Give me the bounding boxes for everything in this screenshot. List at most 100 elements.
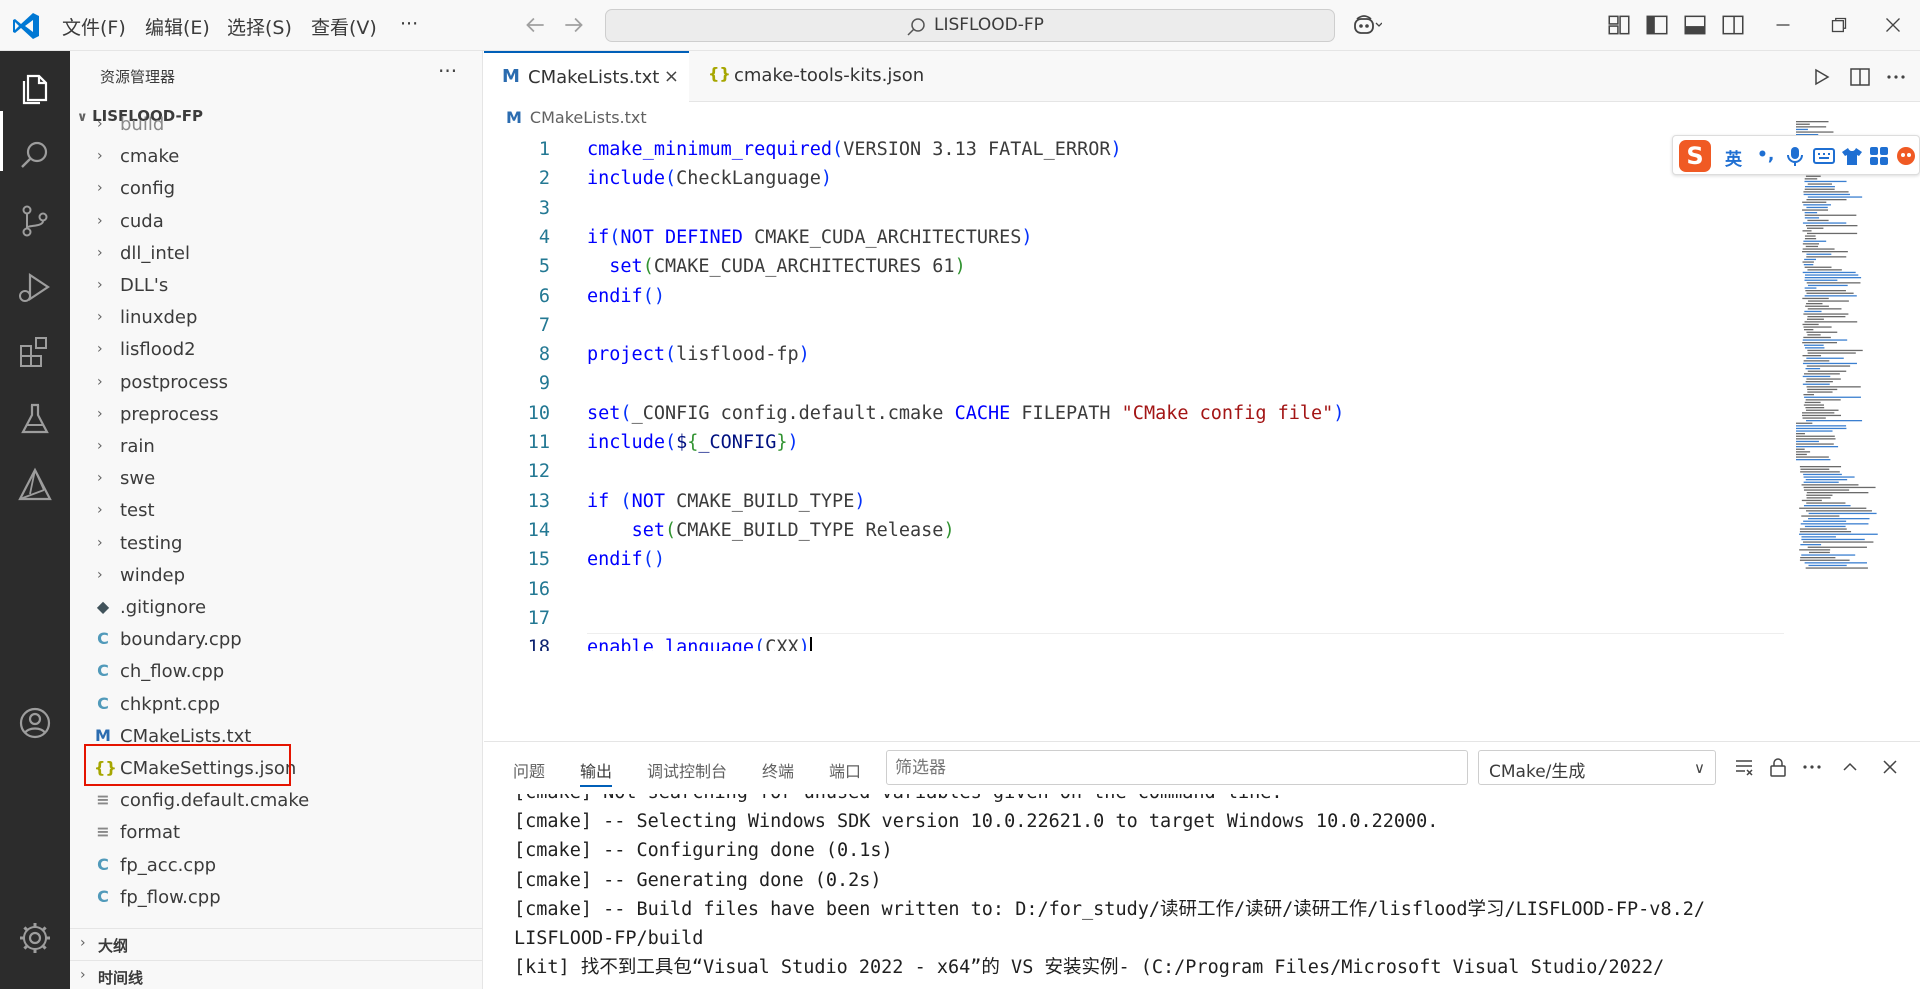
toolbox-grid-icon[interactable] <box>1869 146 1889 166</box>
code-view[interactable]: 1 cmake_minimum_required(VERSION 3.13 FAT… <box>484 131 1784 651</box>
back-arrow-icon[interactable] <box>522 12 548 38</box>
file-item[interactable]: Cchkpnt.cpp <box>70 690 482 722</box>
run-debug-icon[interactable] <box>14 266 56 308</box>
ime-mascot-icon[interactable] <box>1895 144 1917 168</box>
panel-tab-output[interactable]: 输出 <box>580 758 613 787</box>
breadcrumb-file[interactable]: CMakeLists.txt <box>530 108 647 127</box>
extensions-icon[interactable] <box>14 332 56 374</box>
ime-language-toggle[interactable]: 英 <box>1725 145 1742 170</box>
code-line[interactable]: 8 project(lisflood-fp) <box>484 340 1784 369</box>
command-center[interactable]: LISFLOOD-FP <box>605 9 1335 42</box>
account-icon[interactable] <box>14 702 56 744</box>
output-log[interactable]: [cmake] Not searching for unused variabl… <box>514 794 1914 990</box>
explorer-more-button[interactable]: ··· <box>438 59 457 83</box>
customize-layout-icon[interactable] <box>1606 12 1632 38</box>
cmake-icon[interactable] <box>14 464 56 506</box>
output-filter[interactable] <box>886 750 1468 785</box>
minimize-icon[interactable] <box>1770 12 1796 38</box>
file-item[interactable]: Cboundary.cpp <box>70 625 482 657</box>
menu-edit[interactable]: 编辑(E) <box>145 13 210 40</box>
skin-shirt-icon[interactable] <box>1841 146 1863 166</box>
lock-icon[interactable] <box>1767 756 1789 778</box>
close-panel-icon[interactable] <box>1879 756 1901 778</box>
settings-gear-icon[interactable] <box>14 917 56 959</box>
testing-flask-icon[interactable] <box>14 398 56 440</box>
output-channel-select[interactable]: CMake/生成 ∨ <box>1478 750 1716 785</box>
minimap[interactable] <box>1796 121 1906 641</box>
code-line[interactable]: 6 endif() <box>484 282 1784 311</box>
restore-icon[interactable] <box>1826 12 1852 38</box>
file-item[interactable]: Cfp_acc.cpp <box>70 851 482 883</box>
folder-item[interactable]: › config <box>70 174 482 206</box>
folder-item[interactable]: › cmake <box>70 142 482 174</box>
toggle-panel-icon[interactable] <box>1682 12 1708 38</box>
code-line[interactable]: 3 <box>484 194 1784 223</box>
file-item[interactable]: ◆ .gitignore <box>70 593 482 625</box>
menu-file[interactable]: 文件(F) <box>62 13 126 40</box>
menu-more[interactable]: ··· <box>400 13 418 35</box>
menu-view[interactable]: 查看(V) <box>311 13 377 40</box>
tab-cmake-tools-kits[interactable]: {} cmake-tools-kits.json <box>690 51 942 102</box>
toggle-primary-sidebar-icon[interactable] <box>1644 12 1670 38</box>
clear-output-icon[interactable] <box>1733 756 1755 778</box>
panel-more-icon[interactable] <box>1801 756 1823 778</box>
close-window-icon[interactable] <box>1880 12 1906 38</box>
folder-item[interactable]: › build <box>70 110 482 142</box>
folder-item[interactable]: › cuda <box>70 207 482 239</box>
panel-tab-debug-console[interactable]: 调试控制台 <box>647 758 727 782</box>
folder-item[interactable]: › preprocess <box>70 400 482 432</box>
folder-item[interactable]: › testing <box>70 529 482 561</box>
explorer-icon[interactable] <box>14 68 56 110</box>
code-line[interactable]: 9 <box>484 369 1784 398</box>
toggle-secondary-sidebar-icon[interactable] <box>1720 12 1746 38</box>
close-icon[interactable]: × <box>664 66 679 87</box>
folder-item[interactable]: › windep <box>70 561 482 593</box>
file-item[interactable]: ≡ format <box>70 818 482 850</box>
code-line[interactable]: 2 include(CheckLanguage) <box>484 164 1784 193</box>
folder-item[interactable]: › dll_intel <box>70 239 482 271</box>
code-line[interactable]: 18 enable_language(CXX) <box>484 633 1784 651</box>
code-line[interactable]: 5 set(CMAKE_CUDA_ARCHITECTURES 61) <box>484 252 1784 281</box>
folder-item[interactable]: › postprocess <box>70 368 482 400</box>
folder-item[interactable]: › rain <box>70 432 482 464</box>
run-icon[interactable] <box>1809 65 1833 89</box>
code-line[interactable]: 14 set(CMAKE_BUILD_TYPE Release) <box>484 516 1784 545</box>
copilot-icon[interactable] <box>1352 12 1382 38</box>
code-line[interactable]: 10 set(_CONFIG config.default.cmake CACHE… <box>484 399 1784 428</box>
folder-item[interactable]: › lisflood2 <box>70 335 482 367</box>
file-item[interactable]: Cch_flow.cpp <box>70 657 482 689</box>
panel-tab-terminal[interactable]: 终端 <box>762 758 794 782</box>
search-icon[interactable] <box>14 134 56 176</box>
code-line[interactable]: 11 include(${_CONFIG}) <box>484 428 1784 457</box>
panel-tab-ports[interactable]: 端口 <box>829 758 861 782</box>
timeline-section[interactable]: › 时间线 <box>70 960 482 989</box>
code-line[interactable]: 17 <box>484 604 1784 633</box>
filter-input[interactable] <box>887 751 1467 784</box>
breadcrumb[interactable]: M CMakeLists.txt <box>506 108 647 127</box>
microphone-icon[interactable] <box>1785 145 1805 167</box>
file-item[interactable]: ≡ config.default.cmake <box>70 786 482 818</box>
folder-item[interactable]: › test <box>70 496 482 528</box>
code-line[interactable]: 16 <box>484 575 1784 604</box>
code-line[interactable]: 1 cmake_minimum_required(VERSION 3.13 FAT… <box>484 135 1784 164</box>
code-line[interactable]: 7 <box>484 311 1784 340</box>
code-line[interactable]: 13 if (NOT CMAKE_BUILD_TYPE) <box>484 487 1784 516</box>
code-line[interactable]: 4 if(NOT DEFINED CMAKE_CUDA_ARCHITECTURES… <box>484 223 1784 252</box>
file-item[interactable]: Cfp_flow.cpp <box>70 883 482 915</box>
ime-punctuation-toggle[interactable]: •, <box>1757 145 1774 165</box>
forward-arrow-icon[interactable] <box>561 12 587 38</box>
code-line[interactable]: 12 <box>484 457 1784 486</box>
code-line[interactable]: 15 endif() <box>484 545 1784 574</box>
maximize-panel-icon[interactable] <box>1839 756 1861 778</box>
panel-tab-problems[interactable]: 问题 <box>513 758 545 782</box>
menu-selection[interactable]: 选择(S) <box>227 13 292 40</box>
source-control-icon[interactable] <box>14 200 56 242</box>
folder-item[interactable]: › DLL's <box>70 271 482 303</box>
folder-item[interactable]: › linuxdep <box>70 303 482 335</box>
keyboard-icon[interactable] <box>1813 146 1835 166</box>
tab-cmakelists[interactable]: M CMakeLists.txt × <box>484 51 689 102</box>
sogou-logo-icon[interactable]: S <box>1679 140 1711 172</box>
more-actions-icon[interactable] <box>1884 65 1908 89</box>
folder-item[interactable]: › swe <box>70 464 482 496</box>
outline-section[interactable]: › 大纲 <box>70 928 482 960</box>
